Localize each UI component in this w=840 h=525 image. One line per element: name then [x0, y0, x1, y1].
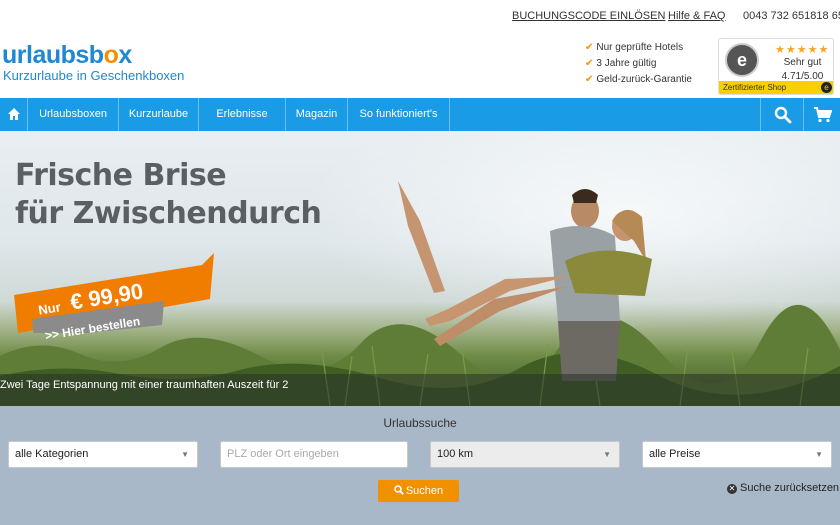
price-prefix: Nur: [37, 299, 62, 318]
hero-caption: Zwei Tage Entspannung mit einer traumhaf…: [0, 374, 840, 406]
location-input[interactable]: PLZ oder Ort eingeben: [220, 441, 408, 468]
usp-item: ✔ 3 Jahre gültig: [585, 56, 692, 72]
top-utility-bar: BUCHUNGSCODE EINLÖSEN Hilfe & FAQ 0043 7…: [0, 0, 840, 32]
category-select-value: alle Kategorien: [15, 448, 89, 460]
site-tagline: Kurzurlaube in Geschenkboxen: [3, 68, 185, 83]
site-header: urlaubsbox Kurzurlaube in Geschenkboxen …: [0, 32, 840, 98]
nav-item-so-funktionierts[interactable]: So funktioniert's: [348, 98, 450, 131]
search-submit-label: Suchen: [405, 485, 444, 497]
check-icon: ✔: [585, 58, 594, 69]
nav-cart-button[interactable]: [805, 98, 840, 131]
certified-shop-footer: Zertifizierter Shop e: [719, 81, 833, 94]
nav-item-urlaubsboxen[interactable]: Urlaubsboxen: [28, 98, 119, 131]
home-icon: [7, 108, 20, 120]
check-icon: ✔: [585, 42, 594, 53]
rating-stars: ★★★★★: [775, 44, 830, 56]
logo-text-o: o: [103, 41, 119, 69]
reset-search-label: Suche zurücksetzen: [740, 482, 840, 494]
logo-text-2: x: [118, 41, 132, 69]
rating-label: Sehr gut: [783, 57, 822, 68]
logo-text-1: urlaubsb: [2, 41, 104, 69]
nav-item-magazin[interactable]: Magazin: [286, 98, 348, 131]
help-faq-link[interactable]: Hilfe & FAQ: [668, 10, 725, 22]
usp-item: ✔ Geld-zurück-Garantie: [585, 72, 692, 88]
close-icon: ✕: [727, 484, 737, 494]
chevron-down-icon: ▼: [603, 450, 611, 459]
home-button[interactable]: [0, 98, 28, 131]
hero-headline-line-2: für Zwischendurch: [15, 196, 322, 231]
hero-headline-line-1: Frische Brise: [15, 158, 227, 193]
check-icon: ✔: [585, 74, 594, 85]
location-input-placeholder: PLZ oder Ort eingeben: [227, 448, 339, 460]
main-navigation: Urlaubsboxen Kurzurlaube Erlebnisse Maga…: [0, 98, 840, 131]
site-logo[interactable]: urlaubsbox: [2, 41, 132, 70]
chevron-down-icon: ▼: [181, 450, 189, 459]
search-submit-button[interactable]: Suchen: [378, 480, 459, 502]
price-banner[interactable]: Nur € 99,90 >> Hier bestellen: [14, 253, 214, 343]
trusted-shops-seal-icon: e: [725, 43, 759, 77]
reset-search-link[interactable]: ✕ Suche zurücksetzen: [727, 482, 839, 494]
holiday-search-panel: Urlaubssuche alle Kategorien ▼ PLZ oder …: [0, 406, 840, 525]
hero-banner[interactable]: Frische Brise für Zwischendurch Nur € 99…: [0, 131, 840, 406]
usp-label: 3 Jahre gültig: [596, 58, 657, 69]
cart-icon: [814, 107, 832, 123]
nav-search-button[interactable]: [760, 98, 804, 131]
usp-item: ✔ Nur geprüfte Hotels: [585, 40, 692, 56]
nav-item-kurzurlaube[interactable]: Kurzurlaube: [119, 98, 199, 131]
trusted-shops-badge[interactable]: e ★★★★★ Sehr gut 4.71/5.00 Zertifizierte…: [718, 38, 834, 95]
radius-select[interactable]: 100 km ▼: [430, 441, 620, 468]
trusted-shops-e-icon: e: [821, 82, 832, 93]
price-select-value: alle Preise: [649, 448, 701, 460]
category-select[interactable]: alle Kategorien ▼: [8, 441, 198, 468]
couple-figure: [398, 181, 652, 381]
phone-number[interactable]: 0043 732 651818 65: [743, 10, 840, 22]
price-select[interactable]: alle Preise ▼: [642, 441, 832, 468]
search-icon: [394, 485, 404, 495]
radius-select-value: 100 km: [437, 448, 474, 460]
chevron-down-icon: ▼: [815, 450, 823, 459]
search-icon: [774, 106, 792, 124]
usp-list: ✔ Nur geprüfte Hotels ✔ 3 Jahre gültig ✔ Ge…: [585, 40, 692, 88]
search-title: Urlaubssuche: [383, 416, 457, 430]
usp-label: Geld-zurück-Garantie: [596, 74, 692, 85]
certified-shop-label: Zertifizierter Shop: [723, 83, 787, 92]
hero-headline: Frische Brise für Zwischendurch: [15, 157, 322, 233]
voucher-code-link[interactable]: BUCHUNGSCODE EINLÖSEN: [512, 10, 665, 22]
nav-item-erlebnisse[interactable]: Erlebnisse: [199, 98, 286, 131]
usp-label: Nur geprüfte Hotels: [596, 42, 684, 53]
